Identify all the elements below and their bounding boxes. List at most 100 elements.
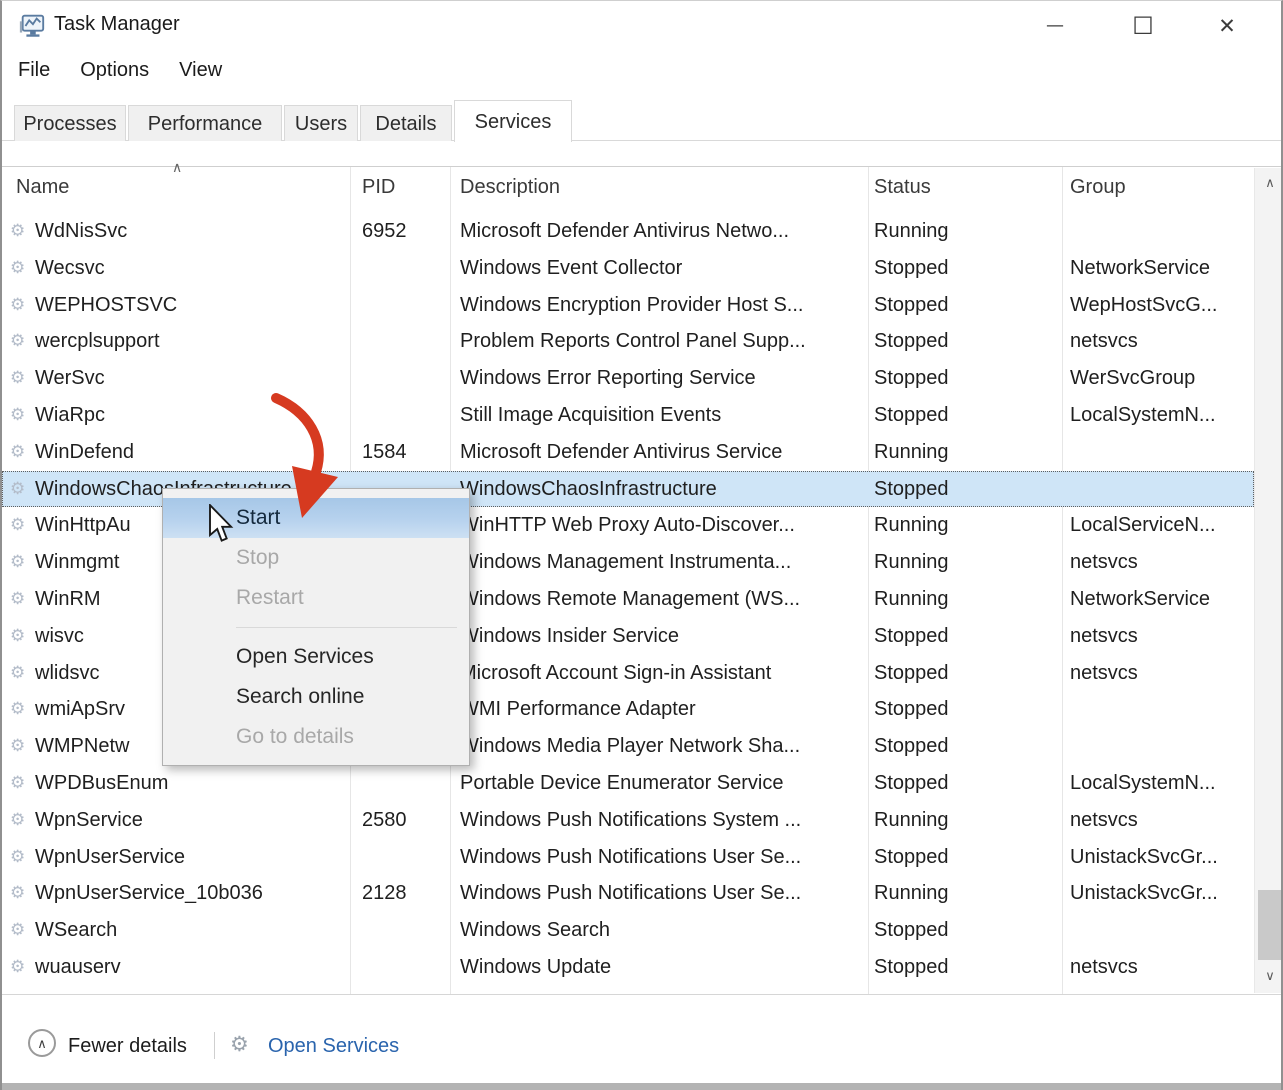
service-description: Windows Remote Management (WS... <box>460 581 800 618</box>
service-status: Running <box>874 434 949 471</box>
column-header-description[interactable]: Description <box>460 176 560 199</box>
menu-view[interactable]: View <box>179 59 222 82</box>
service-name: Winmgmt <box>35 544 119 581</box>
service-description: Windows Push Notifications User Se... <box>460 839 801 876</box>
table-row[interactable]: ⚙WdNisSvc6952Microsoft Defender Antiviru… <box>2 213 1254 250</box>
service-group: LocalSystemN... <box>1070 397 1216 434</box>
fewer-details-button[interactable]: ∧ <box>28 1029 56 1057</box>
service-pid: 6952 <box>362 213 407 250</box>
context-menu-search-online[interactable]: Search online <box>163 677 469 717</box>
table-row[interactable]: ⚙ WEPHOSTSVC Windows Encryption Provider H… <box>2 287 1254 324</box>
tab-users[interactable]: Users <box>284 105 358 141</box>
table-row[interactable]: ⚙WerSvcWindows Error Reporting ServiceSt… <box>2 360 1254 397</box>
table-row[interactable]: ⚙wercplsupportProblem Reports Control Pa… <box>2 323 1254 360</box>
service-status: Running <box>874 802 949 839</box>
service-name: wmiApSrv <box>35 691 125 728</box>
service-description: Still Image Acquisition Events <box>460 397 721 434</box>
service-group: NetworkService <box>1070 581 1210 618</box>
service-group: UnistackSvcGr... <box>1070 839 1218 876</box>
service-status: Stopped <box>874 655 949 692</box>
menu-options[interactable]: Options <box>80 59 149 82</box>
service-group: WerSvcGroup <box>1070 360 1195 397</box>
open-services-link[interactable]: Open Services <box>268 1031 399 1061</box>
task-manager-window: Task Manager — ☐ ✕ File Options View Proce… <box>0 0 1283 1090</box>
tab-services[interactable]: Services <box>454 100 572 142</box>
table-row[interactable]: ⚙WiaRpcStill Image Acquisition EventsSto… <box>2 397 1254 434</box>
service-group: netsvcs <box>1070 802 1138 839</box>
service-status: Stopped <box>874 287 949 324</box>
service-name: WdNisSvc <box>35 213 127 250</box>
close-icon[interactable]: ✕ <box>1198 1 1256 51</box>
tab-processes[interactable]: Processes <box>14 105 126 141</box>
service-status: Stopped <box>874 360 949 397</box>
service-status: Stopped <box>874 323 949 360</box>
service-description: Microsoft Defender Antivirus Netwo... <box>460 213 789 250</box>
service-gear-icon: ⚙ <box>10 323 25 360</box>
service-name: WpnUserService <box>35 839 185 876</box>
service-group: LocalSystemN... <box>1070 765 1216 802</box>
chevron-up-icon: ∧ <box>37 1037 47 1052</box>
context-menu-open-services[interactable]: Open Services <box>163 637 469 677</box>
service-gear-icon: ⚙ <box>10 912 25 949</box>
vertical-scrollbar[interactable]: ∧ ∨ <box>1254 168 1283 993</box>
column-header-pid[interactable]: PID <box>362 176 395 199</box>
service-description: Microsoft Account Sign-in Assistant <box>460 655 771 692</box>
service-status: Running <box>874 213 949 250</box>
service-gear-icon: ⚙ <box>10 360 25 397</box>
menu-file[interactable]: File <box>18 59 50 82</box>
service-description: Windows Event Collector <box>460 250 682 287</box>
scroll-up-icon[interactable]: ∧ <box>1255 168 1283 200</box>
service-name: WinRM <box>35 581 101 618</box>
table-row[interactable]: ⚙WpnUserService_10b0362128Windows Push N… <box>2 875 1254 912</box>
service-group: LocalServiceN... <box>1070 507 1216 544</box>
service-description: WMI Performance Adapter <box>460 691 696 728</box>
table-row[interactable]: ⚙WinDefend1584Microsoft Defender Antivir… <box>2 434 1254 471</box>
service-description: Windows Push Notifications System ... <box>460 802 801 839</box>
service-status: Running <box>874 581 949 618</box>
context-menu-separator <box>236 627 457 628</box>
service-group: netsvcs <box>1070 323 1138 360</box>
table-row[interactable]: ⚙WPDBusEnumPortable Device Enumerator Se… <box>2 765 1254 802</box>
service-gear-icon: ⚙ <box>10 691 25 728</box>
service-name: WEPHOSTSVC <box>35 287 177 324</box>
task-manager-icon <box>18 11 46 46</box>
service-pid: 2580 <box>362 802 407 839</box>
maximize-icon[interactable]: ☐ <box>1114 1 1172 51</box>
column-header-group[interactable]: Group <box>1070 176 1126 199</box>
scroll-down-icon[interactable]: ∨ <box>1255 961 1283 993</box>
service-gear-icon: ⚙ <box>10 287 25 324</box>
menu-bar: File Options View <box>2 59 236 91</box>
service-name: WerSvc <box>35 360 105 397</box>
service-name: WinDefend <box>35 434 134 471</box>
service-status: Stopped <box>874 691 949 728</box>
table-row[interactable]: ⚙wuauservWindows UpdateStoppednetsvcs <box>2 949 1254 986</box>
tab-performance[interactable]: Performance <box>128 105 282 141</box>
service-gear-icon: ⚙ <box>10 618 25 655</box>
table-row[interactable]: ⚙WSearchWindows SearchStopped <box>2 912 1254 949</box>
minimize-icon[interactable]: — <box>1026 1 1084 51</box>
service-name: wisvc <box>35 618 84 655</box>
service-description: Windows Encryption Provider Host S... <box>460 287 803 324</box>
context-menu-start[interactable]: Start <box>163 498 469 538</box>
service-group: netsvcs <box>1070 618 1138 655</box>
table-row[interactable]: ⚙WpnService2580Windows Push Notification… <box>2 802 1254 839</box>
service-group: netsvcs <box>1070 544 1138 581</box>
scrollbar-thumb[interactable] <box>1258 890 1282 960</box>
tab-details[interactable]: Details <box>360 105 452 141</box>
footer-bar: ∧ Fewer details ⚙ Open Services <box>2 994 1281 1084</box>
table-row[interactable]: ⚙WecsvcWindows Event CollectorStoppedNet… <box>2 250 1254 287</box>
service-status: Stopped <box>874 728 949 765</box>
column-header-status[interactable]: Status <box>874 176 931 199</box>
service-status: Running <box>874 875 949 912</box>
fewer-details-label[interactable]: Fewer details <box>68 1031 187 1061</box>
service-name: Wecsvc <box>35 250 105 287</box>
window-title: Task Manager <box>54 13 180 36</box>
service-description: Problem Reports Control Panel Supp... <box>460 323 806 360</box>
column-header-name[interactable]: Name <box>16 176 69 199</box>
service-gear-icon: ⚙ <box>10 544 25 581</box>
service-gear-icon: ⚙ <box>10 949 25 986</box>
table-row[interactable]: ⚙WpnUserServiceWindows Push Notification… <box>2 839 1254 876</box>
service-status: Stopped <box>874 250 949 287</box>
service-description: Portable Device Enumerator Service <box>460 765 783 802</box>
service-name: WSearch <box>35 912 117 949</box>
